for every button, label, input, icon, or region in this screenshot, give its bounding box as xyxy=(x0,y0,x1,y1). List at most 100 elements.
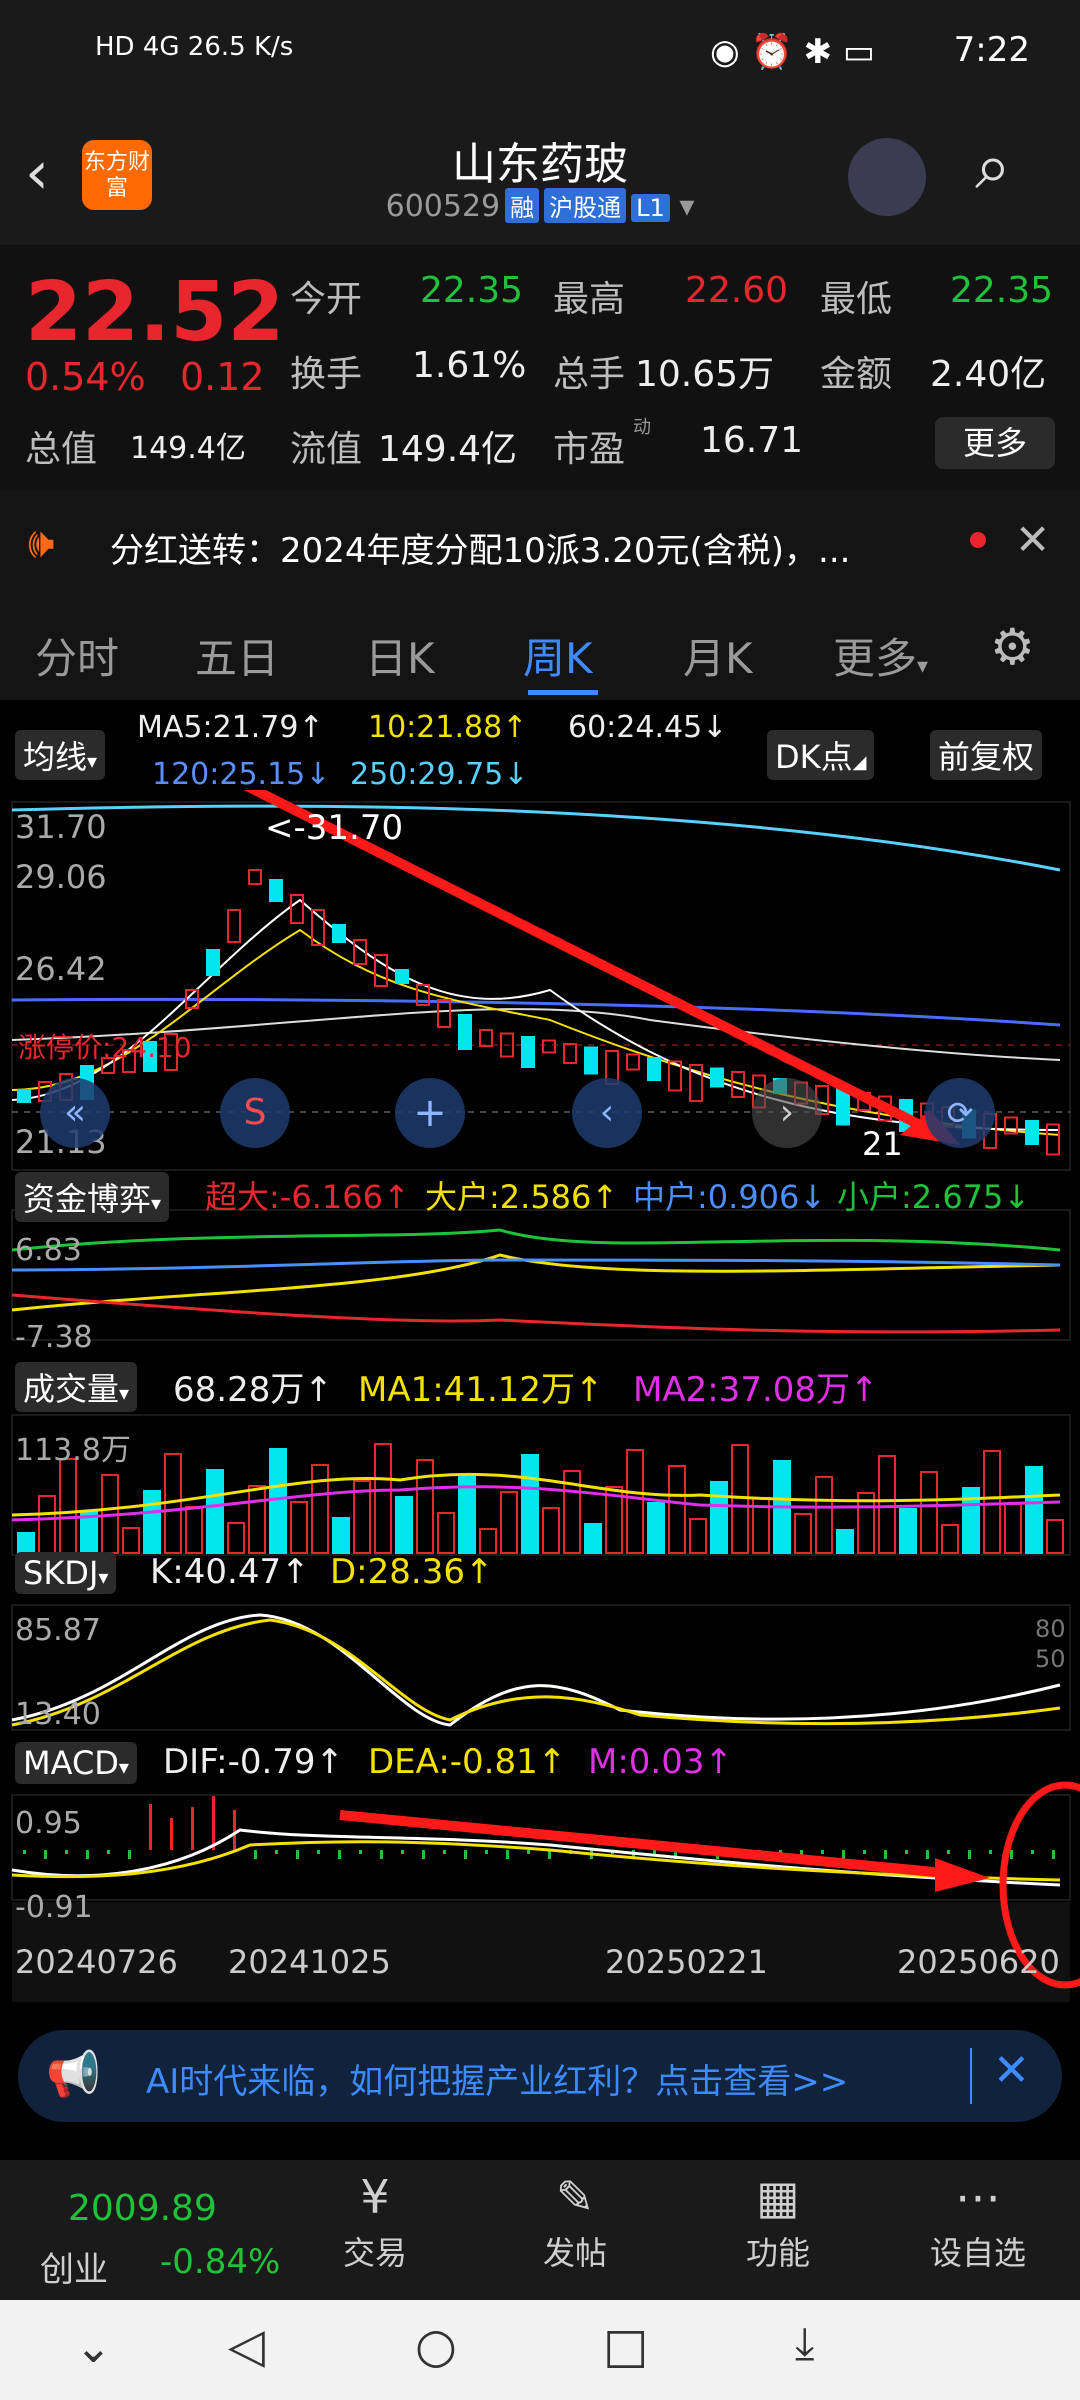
zoom-in-icon[interactable]: + xyxy=(395,1078,465,1148)
low-mark-label: 21 xyxy=(862,1125,903,1163)
index-value[interactable]: 2009.89 xyxy=(68,2188,217,2229)
macd-bar xyxy=(338,1850,341,1859)
y-2-label: 29.06 xyxy=(15,858,107,896)
quote-panel: 22.52 0.54% 0.12 今开 22.35 最高 22.60 最低 22… xyxy=(0,245,1080,490)
volume-bar xyxy=(647,1502,665,1554)
trade-label: 交易 xyxy=(342,2234,407,2272)
macd-m-value: M:0.03↑ xyxy=(588,1742,733,1782)
tab-more[interactable]: 更多▾ xyxy=(833,625,928,686)
search-icon[interactable]: ⌕ xyxy=(975,130,1011,204)
robot-avatar-icon[interactable] xyxy=(848,138,926,216)
close-icon[interactable]: ✕ xyxy=(1015,515,1050,564)
tab-weekly[interactable]: 周K xyxy=(523,625,593,686)
volume-value: 10.65万 xyxy=(635,354,775,395)
small-investor-line xyxy=(11,1228,1061,1252)
high-value: 22.60 xyxy=(685,270,789,311)
recents-icon[interactable]: □ xyxy=(603,2318,648,2374)
dk-button[interactable]: DK点◢ xyxy=(767,730,875,780)
functions-button[interactable]: ▦ 功能 xyxy=(718,2170,838,2274)
index-change[interactable]: -0.84% xyxy=(160,2242,280,2282)
hide-keyboard-icon[interactable]: ⌄ xyxy=(75,2322,112,2373)
prev-icon[interactable]: ‹ xyxy=(572,1078,642,1148)
date-1: 20240726 xyxy=(15,1943,178,1981)
bottom-toolbar: 2009.89 创业 -0.84% ¥ 交易 ✎ 发帖 ▦ 功能 ⋯ 设自选 xyxy=(0,2160,1080,2300)
dropdown-notification-icon[interactable]: ⤓ xyxy=(795,2318,814,2369)
macd-button[interactable]: MACD▾ xyxy=(15,1742,137,1784)
ad-text: AI时代来临，如何把握产业红利？点击查看>> xyxy=(146,2062,849,2102)
super-large-value: 超大:-6.166↑ xyxy=(205,1178,410,1216)
ma60-value: 60:24.45↓ xyxy=(568,710,728,745)
date-4: 20250620 xyxy=(897,1943,1060,1981)
capital-button[interactable]: 资金博弈▾ xyxy=(15,1172,170,1222)
ma250-value: 250:29.75↓ xyxy=(350,757,529,792)
adjust-button[interactable]: 前复权 xyxy=(930,730,1043,780)
macd-bar xyxy=(1010,1850,1013,1859)
tab-five-day[interactable]: 五日 xyxy=(195,625,279,686)
trade-button[interactable]: ¥ 交易 xyxy=(315,2170,435,2274)
candle xyxy=(206,949,220,976)
post-button[interactable]: ✎ 发帖 xyxy=(515,2170,635,2274)
macd-dea-line xyxy=(11,1840,1061,1882)
grid-icon: ▦ xyxy=(756,2170,800,2224)
macd-bar xyxy=(1052,1850,1055,1859)
pe-sup: 动 xyxy=(633,417,651,438)
y-3-label: 26.42 xyxy=(15,950,107,988)
macd-bar xyxy=(170,1818,173,1850)
macd-bar xyxy=(443,1850,446,1854)
volume-bar xyxy=(1046,1519,1064,1554)
macd-bar xyxy=(821,1850,824,1854)
ad-banner[interactable]: 📢 AI时代来临，如何把握产业红利？点击查看>> ✕ xyxy=(18,2030,1062,2122)
macd-bar xyxy=(905,1850,908,1854)
tab-underline xyxy=(528,690,598,695)
tab-monthly[interactable]: 月K xyxy=(683,625,753,686)
macd-bar xyxy=(968,1850,971,1859)
candle xyxy=(647,1057,661,1081)
capital-button-label: 资金博弈 xyxy=(23,1180,152,1218)
status-icons: ◉ ⏰ ✱ ▭ xyxy=(710,32,876,72)
turnover-label: 换手 xyxy=(290,354,363,395)
tag-connect: 沪股通 xyxy=(544,188,627,223)
volume-button-label: 成交量 xyxy=(23,1370,120,1408)
candle xyxy=(1025,1120,1039,1145)
macd-button-label: MACD xyxy=(23,1744,119,1782)
volume-bar xyxy=(836,1529,854,1554)
macd-bar xyxy=(863,1850,866,1854)
candle xyxy=(563,1043,577,1064)
skdj-y-top: 85.87 xyxy=(15,1613,101,1648)
macd-bar xyxy=(422,1850,425,1859)
volume-button[interactable]: 成交量▾ xyxy=(15,1362,138,1412)
skdj-k-line xyxy=(11,1613,1061,1727)
notice-bar[interactable]: 🕪 分红送转：2024年度分配10派3.20元(含税)，... ✕ xyxy=(0,490,1080,600)
next-icon[interactable]: › xyxy=(752,1078,822,1148)
macd-y-bot: -0.91 xyxy=(15,1890,93,1925)
back-nav-icon[interactable]: ◁ xyxy=(228,2318,265,2374)
index-name[interactable]: 创业 xyxy=(40,2242,108,2291)
macd-bar xyxy=(464,1850,467,1859)
candle xyxy=(269,879,283,902)
rewind-icon[interactable]: « xyxy=(40,1078,110,1148)
ad-close-icon[interactable]: ✕ xyxy=(993,2045,1030,2096)
settings-icon[interactable]: ⚙ xyxy=(990,618,1035,676)
candle xyxy=(290,894,304,924)
change-percent: 0.54% xyxy=(25,355,146,399)
volume-bar xyxy=(227,1522,245,1554)
tab-daily[interactable]: 日K xyxy=(365,625,435,686)
volume-bar xyxy=(59,1458,77,1554)
ma-button[interactable]: 均线▾ xyxy=(15,730,106,780)
peak-label: <-31.70 xyxy=(265,808,404,848)
vol-ma1-value: MA1:41.12万↑ xyxy=(358,1370,604,1410)
vol-ma2-value: MA2:37.08万↑ xyxy=(633,1370,879,1410)
tab-intraday[interactable]: 分时 xyxy=(35,625,119,686)
refresh-icon[interactable]: ⟳ xyxy=(925,1078,995,1148)
low-label: 最低 xyxy=(820,279,893,320)
s-marker-icon[interactable]: S xyxy=(220,1078,290,1148)
market-cap-value: 149.4亿 xyxy=(130,431,246,466)
macd-bar xyxy=(527,1850,530,1854)
amount-value: 2.40亿 xyxy=(930,354,1047,395)
more-button[interactable]: 更多 xyxy=(935,417,1055,469)
macd-bar xyxy=(128,1850,131,1859)
home-icon[interactable]: ○ xyxy=(415,2318,457,2374)
add-watchlist-button[interactable]: ⋯ 设自选 xyxy=(918,2170,1038,2274)
skdj-button[interactable]: SKDJ▾ xyxy=(15,1552,117,1594)
macd-bar xyxy=(653,1850,656,1854)
